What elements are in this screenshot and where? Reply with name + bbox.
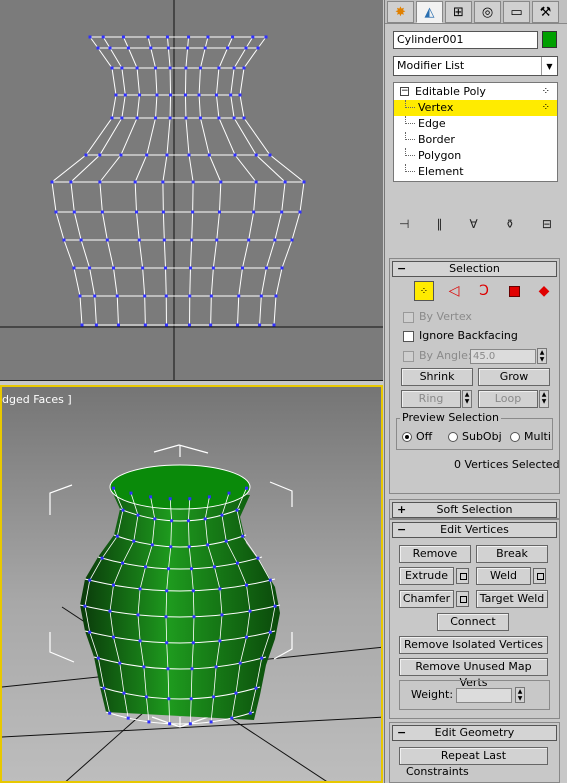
extrude-button[interactable]: Extrude [399, 567, 454, 585]
weight-label: Weight: [411, 688, 454, 701]
make-unique-icon[interactable]: ∀ [470, 217, 478, 231]
command-tabs: ✸ ◭ ⊞ ◎ ▭ ⚒ [385, 0, 567, 24]
soft-selection-rollout: + Soft Selection [389, 499, 560, 519]
constraints-label: Constraints [406, 765, 469, 778]
collapse-icon[interactable]: − [400, 87, 409, 96]
loop-spinner[interactable]: ▲ ▼ [539, 390, 549, 408]
max-window: dged Faces ] ✸ ◭ ⊞ ◎ ▭ ⚒ Cylinder001 Mod… [0, 0, 567, 783]
weld-settings-icon[interactable] [533, 568, 546, 584]
subobject-dots-icon: ⁘ [541, 86, 551, 97]
polygon-mode-icon[interactable] [504, 281, 524, 301]
edit-vertices-rollout: − Edit Vertices Remove Break Extrude Wel… [389, 519, 560, 719]
soft-selection-header[interactable]: + Soft Selection [392, 502, 557, 518]
loop-button[interactable]: Loop [478, 390, 538, 408]
pin-stack-icon[interactable]: ⊣ [399, 217, 409, 231]
ring-button[interactable]: Ring [401, 390, 461, 408]
remove-modifier-icon[interactable]: ⚱ [505, 217, 515, 231]
angle-field[interactable]: 45.0 [470, 349, 536, 364]
front-viewport[interactable] [0, 0, 383, 381]
configure-sets-icon[interactable]: ⊟ [542, 217, 552, 231]
display-icon[interactable]: ▭ [503, 1, 530, 23]
break-button[interactable]: Break [476, 545, 548, 563]
connect-button[interactable]: Connect [437, 613, 509, 631]
create-icon[interactable]: ✸ [387, 1, 414, 23]
utilities-icon[interactable]: ⚒ [532, 1, 559, 23]
stack-item-vertex[interactable]: Vertex ⁘ [394, 100, 557, 116]
repeat-last-button[interactable]: Repeat Last [399, 747, 548, 765]
target-weld-button[interactable]: Target Weld [476, 590, 548, 608]
remove-isolated-vertices-button[interactable]: Remove Isolated Vertices [399, 636, 548, 654]
edge-mode-icon[interactable]: ◁ [444, 281, 464, 301]
ignore-backfacing-label: Ignore Backfacing [419, 329, 518, 342]
modifier-stack: − Editable Poly ⁘ Vertex ⁘ Edge Border P… [393, 82, 558, 182]
modify-icon[interactable]: ◭ [416, 1, 443, 23]
modifier-list-label: Modifier List [397, 59, 465, 72]
perspective-scene [2, 444, 381, 781]
edit-geometry-header[interactable]: − Edit Geometry [392, 725, 557, 741]
stack-item-border[interactable]: Border [394, 132, 557, 148]
preview-multi-radio[interactable] [510, 432, 520, 442]
by-angle-label: By Angle: [419, 349, 472, 362]
preview-selection-title: Preview Selection [400, 411, 502, 424]
selection-rollout-header[interactable]: − Selection [392, 261, 557, 277]
preview-subobj-radio[interactable] [448, 432, 458, 442]
object-name-field[interactable]: Cylinder001 [393, 31, 538, 49]
weight-field[interactable] [456, 688, 512, 703]
stack-item-edge[interactable]: Edge [394, 116, 557, 132]
vertex-mode-icon[interactable]: ⁘ [414, 281, 434, 301]
perspective-viewport[interactable]: dged Faces ] [0, 385, 383, 783]
stack-item-element[interactable]: Element [394, 164, 557, 180]
stack-item-polygon[interactable]: Polygon [394, 148, 557, 164]
subobject-level-buttons: ⁘ ◁ Ↄ ◆ [414, 281, 554, 301]
chevron-down-icon[interactable]: ▼ [541, 57, 557, 75]
chamfer-settings-icon[interactable] [456, 591, 469, 607]
ring-spinner[interactable]: ▲ ▼ [462, 390, 472, 408]
hierarchy-icon[interactable]: ⊞ [445, 1, 472, 23]
angle-spinner[interactable]: ▲ ▼ [537, 348, 547, 364]
ignore-backfacing-checkbox[interactable] [403, 331, 414, 342]
by-angle-checkbox[interactable] [403, 351, 414, 362]
object-color-swatch[interactable] [542, 31, 557, 48]
remove-button[interactable]: Remove [399, 545, 471, 563]
selection-status: 0 Vertices Selected [454, 458, 560, 471]
shrink-button[interactable]: Shrink [401, 368, 473, 386]
stack-item-editable-poly[interactable]: − Editable Poly ⁘ [394, 84, 557, 100]
stack-toolbar: ⊣ ∥ ∀ ⚱ ⊟ [393, 214, 558, 234]
chamfer-button[interactable]: Chamfer [399, 590, 454, 608]
edit-geometry-rollout: − Edit Geometry Repeat Last Constraints [389, 722, 560, 783]
border-mode-icon[interactable]: Ↄ [474, 281, 494, 301]
weld-button[interactable]: Weld [476, 567, 531, 585]
vase-mesh [79, 464, 281, 726]
vertex-dots-icon: ⁘ [541, 102, 551, 113]
command-panel: ✸ ◭ ⊞ ◎ ▭ ⚒ Cylinder001 Modifier List ▼ … [384, 0, 567, 783]
motion-icon[interactable]: ◎ [474, 1, 501, 23]
edit-vertices-header[interactable]: − Edit Vertices [392, 522, 557, 538]
extrude-settings-icon[interactable] [456, 568, 469, 584]
remove-unused-map-verts-button[interactable]: Remove Unused Map Verts [399, 658, 548, 689]
grow-button[interactable]: Grow [478, 368, 550, 386]
show-end-result-icon[interactable]: ∥ [437, 217, 443, 231]
selection-rollout: − Selection ⁘ ◁ Ↄ ◆ By Vertex Ignore Bac… [389, 258, 560, 494]
weight-spinner[interactable]: ▲ ▼ [515, 687, 525, 703]
preview-off-radio[interactable] [402, 432, 412, 442]
by-vertex-checkbox[interactable] [403, 312, 414, 323]
by-vertex-label: By Vertex [419, 310, 472, 323]
element-mode-icon[interactable]: ◆ [534, 281, 554, 301]
front-wireframe [0, 0, 383, 380]
modifier-list-dropdown[interactable]: Modifier List ▼ [393, 56, 558, 76]
